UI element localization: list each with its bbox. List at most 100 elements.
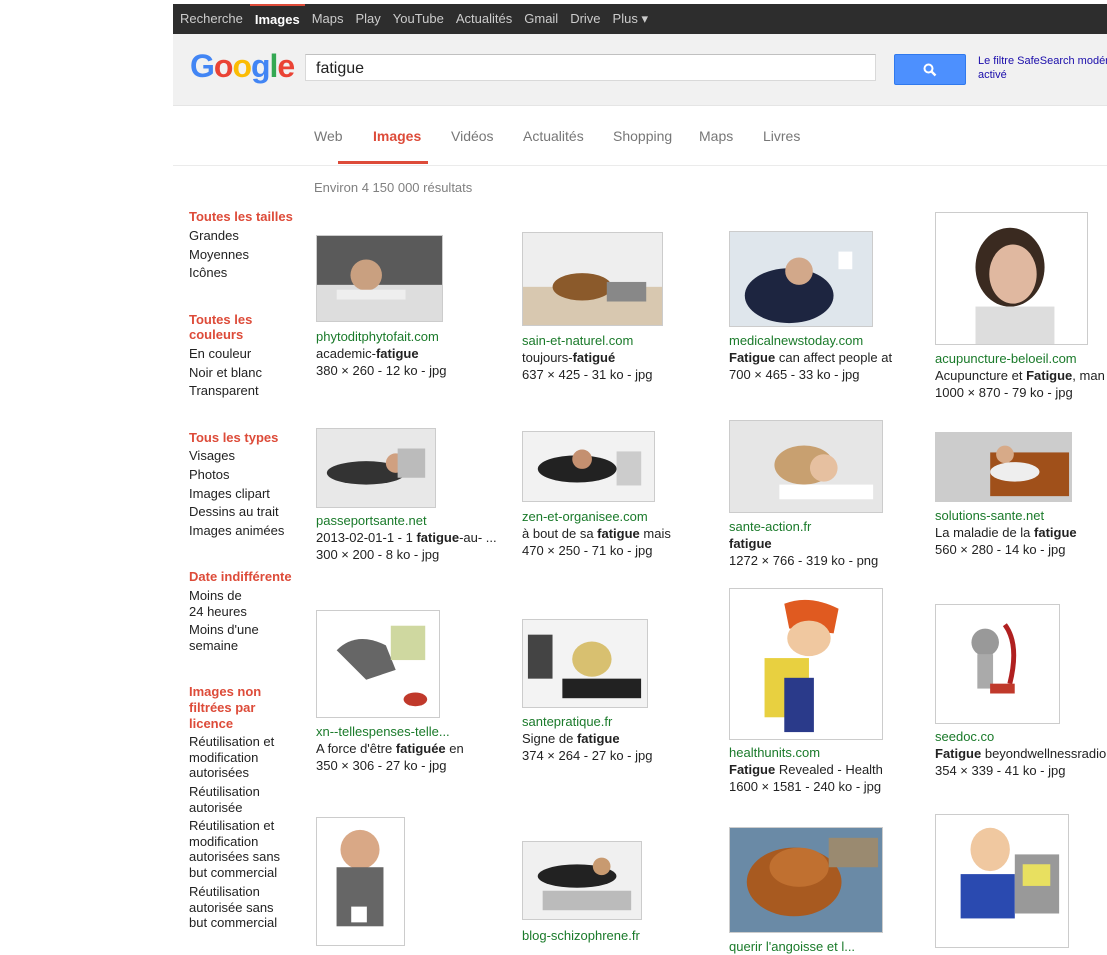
filter-size-large[interactable]: Grandes	[189, 228, 239, 243]
tab-videos[interactable]: Vidéos	[451, 128, 494, 144]
result-thumbnail[interactable]	[316, 428, 436, 508]
filter-color-bw[interactable]: Noir et blanc	[189, 365, 262, 380]
result-domain[interactable]: santepratique.fr	[522, 713, 702, 730]
result-title[interactable]: La maladie de la fatigue	[935, 524, 1107, 541]
result-title[interactable]: Acupuncture et Fatigue, man	[935, 367, 1107, 384]
result-caption: querir l'angoisse et l...	[729, 938, 909, 955]
result-title[interactable]: à bout de sa fatigue mais	[522, 525, 702, 542]
filter-type-head[interactable]: Tous les types	[189, 430, 278, 445]
filter-type-animated[interactable]: Images animées	[189, 523, 284, 538]
result-thumbnail[interactable]	[935, 814, 1069, 948]
result-size: 560 × 280 - 14 ko - jpg	[935, 542, 1066, 557]
result-size: 470 × 250 - 71 ko - jpg	[522, 543, 653, 558]
result-title[interactable]: Fatigue beyondwellnessradio	[935, 745, 1107, 762]
result-caption: phytoditphytofait.com academic-fatigue 3…	[316, 328, 496, 379]
filter-type-photos[interactable]: Photos	[189, 467, 229, 482]
filter-date-24h[interactable]: Moins de 24 heures	[189, 588, 259, 620]
result-thumbnail[interactable]	[316, 235, 443, 322]
result-title[interactable]: A force d'être fatiguée en	[316, 740, 496, 757]
topbar-plus[interactable]: Plus ▾	[608, 4, 653, 34]
result-caption: sain-et-naturel.com toujours-fatigué 637…	[522, 332, 702, 383]
filter-license-reuse[interactable]: Réutilisation autorisée	[189, 784, 269, 815]
result-thumbnail[interactable]	[316, 817, 405, 946]
filter-size-icons[interactable]: Icônes	[189, 265, 227, 280]
result-title[interactable]: 2013-02-01-1 - 1 fatigue-au- ...	[316, 529, 496, 546]
result-thumbnail[interactable]	[729, 588, 883, 740]
result-thumbnail[interactable]	[522, 841, 642, 920]
result-domain[interactable]: phytoditphytofait.com	[316, 328, 496, 345]
filter-license-head[interactable]: Images non filtrées par licence	[189, 684, 279, 732]
filter-type-clipart[interactable]: Images clipart	[189, 486, 270, 501]
result-caption: solutions-sante.net La maladie de la fat…	[935, 507, 1107, 558]
filter-date-week[interactable]: Moins d'une semaine	[189, 622, 269, 654]
tab-actualites[interactable]: Actualités	[523, 128, 584, 144]
topbar-drive[interactable]: Drive	[565, 4, 605, 34]
result-size: 350 × 306 - 27 ko - jpg	[316, 758, 447, 773]
topbar-play[interactable]: Play	[350, 4, 385, 34]
result-thumbnail[interactable]	[522, 431, 655, 502]
result-title[interactable]: Fatigue Revealed - Health	[729, 761, 909, 778]
result-thumbnail[interactable]	[935, 212, 1088, 345]
result-thumbnail[interactable]	[935, 432, 1072, 502]
result-domain[interactable]: medicalnewstoday.com	[729, 332, 909, 349]
filter-license-reuse-modify[interactable]: Réutilisation et modification autorisées	[189, 734, 284, 781]
filter-license-reuse-noncommercial[interactable]: Réutilisation autorisée sans but commerc…	[189, 884, 291, 931]
result-thumbnail[interactable]	[729, 420, 883, 513]
tab-web[interactable]: Web	[314, 128, 343, 144]
result-size: 374 × 264 - 27 ko - jpg	[522, 748, 653, 763]
result-domain[interactable]: seedoc.co	[935, 728, 1107, 745]
result-size: 1600 × 1581 - 240 ko - jpg	[729, 779, 882, 794]
result-caption: healthunits.com Fatigue Revealed - Healt…	[729, 744, 909, 795]
tab-maps[interactable]: Maps	[699, 128, 733, 144]
topbar-gmail[interactable]: Gmail	[519, 4, 563, 34]
filter-size-medium[interactable]: Moyennes	[189, 247, 249, 262]
result-domain[interactable]: querir l'angoisse et l...	[729, 938, 909, 955]
result-caption: zen-et-organisee.com à bout de sa fatigu…	[522, 508, 702, 559]
result-size: 700 × 465 - 33 ko - jpg	[729, 367, 860, 382]
topbar-actualites[interactable]: Actualités	[451, 4, 517, 34]
result-thumbnail[interactable]	[729, 827, 883, 933]
result-title[interactable]: Fatigue can affect people at	[729, 349, 909, 366]
filter-type-lineart[interactable]: Dessins au trait	[189, 504, 279, 519]
result-caption: blog-schizophrene.fr	[522, 927, 702, 944]
result-domain[interactable]: sante-action.fr	[729, 518, 909, 535]
result-title[interactable]: academic-fatigue	[316, 345, 496, 362]
result-domain[interactable]: healthunits.com	[729, 744, 909, 761]
filter-color-transparent[interactable]: Transparent	[189, 383, 259, 398]
result-domain[interactable]: zen-et-organisee.com	[522, 508, 702, 525]
filter-type-faces[interactable]: Visages	[189, 448, 235, 463]
filter-license-reuse-modify-noncommercial[interactable]: Réutilisation et modification autorisées…	[189, 818, 291, 880]
result-thumbnail[interactable]	[522, 232, 663, 326]
result-domain[interactable]: solutions-sante.net	[935, 507, 1107, 524]
result-domain[interactable]: xn--tellespenses-telle...	[316, 723, 496, 740]
result-title[interactable]: fatigue	[729, 535, 909, 552]
result-thumbnail[interactable]	[316, 610, 440, 718]
search-input[interactable]: fatigue	[305, 54, 876, 81]
search-header: Google fatigue Le filtre SafeSearch modé…	[173, 34, 1107, 106]
result-domain[interactable]: acupuncture-beloeil.com	[935, 350, 1107, 367]
topbar-recherche[interactable]: Recherche	[175, 4, 248, 34]
result-caption: santepratique.fr Signe de fatigue 374 × …	[522, 713, 702, 764]
result-thumbnail[interactable]	[935, 604, 1060, 724]
google-bar: Recherche Images Maps Play YouTube Actua…	[173, 4, 1107, 34]
tab-images[interactable]: Images	[373, 128, 421, 144]
result-thumbnail[interactable]	[522, 619, 648, 708]
topbar-images[interactable]: Images	[249, 4, 305, 34]
result-title[interactable]: toujours-fatigué	[522, 349, 702, 366]
safesearch-link[interactable]: Le filtre SafeSearch modéré activé	[978, 54, 1107, 82]
filter-color-head[interactable]: Toutes les couleurs	[189, 312, 269, 342]
filter-date-head[interactable]: Date indifférente	[189, 569, 292, 584]
topbar-maps[interactable]: Maps	[307, 4, 349, 34]
result-domain[interactable]: sain-et-naturel.com	[522, 332, 702, 349]
tab-livres[interactable]: Livres	[763, 128, 800, 144]
tab-shopping[interactable]: Shopping	[613, 128, 672, 144]
filter-color-color[interactable]: En couleur	[189, 346, 251, 361]
result-domain[interactable]: blog-schizophrene.fr	[522, 927, 702, 944]
topbar-youtube[interactable]: YouTube	[388, 4, 449, 34]
result-domain[interactable]: passeportsante.net	[316, 512, 496, 529]
result-thumbnail[interactable]	[729, 231, 873, 327]
result-title[interactable]: Signe de fatigue	[522, 730, 702, 747]
filter-size-head[interactable]: Toutes les tailles	[189, 209, 293, 224]
google-logo[interactable]: Google	[190, 48, 295, 85]
search-button[interactable]	[894, 54, 966, 85]
